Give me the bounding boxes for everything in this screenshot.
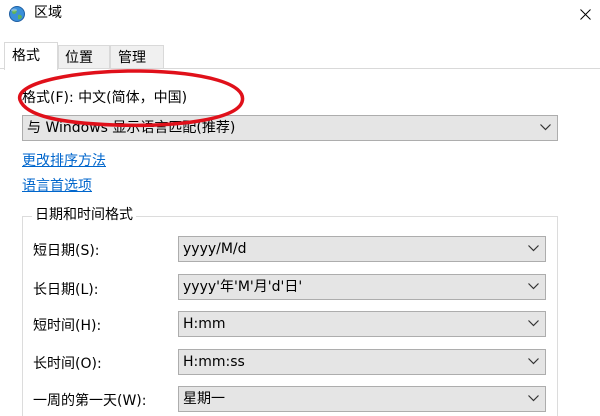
close-button[interactable] xyxy=(570,0,600,30)
short-time-select[interactable]: H:mm xyxy=(178,311,546,337)
short-time-label: 短时间(H): xyxy=(33,318,102,334)
short-date-value: yyyy/M/d xyxy=(183,241,247,257)
chevron-down-icon xyxy=(540,124,551,131)
chevron-down-icon xyxy=(528,395,539,402)
tab-strip: 格式 位置 管理 xyxy=(0,42,600,70)
change-sort-link[interactable]: 更改排序方法 xyxy=(22,152,106,170)
short-date-select[interactable]: yyyy/M/d xyxy=(178,236,546,262)
chevron-down-icon xyxy=(528,283,539,290)
language-prefs-link[interactable]: 语言首选项 xyxy=(22,177,92,195)
format-select[interactable]: 与 Windows 显示语言匹配(推荐) xyxy=(22,115,558,141)
format-select-value: 与 Windows 显示语言匹配(推荐) xyxy=(27,120,236,136)
first-day-label: 一周的第一天(W): xyxy=(33,393,147,409)
format-label: 格式(F): 中文(简体，中国) xyxy=(22,90,188,106)
first-day-select[interactable]: 星期一 xyxy=(178,386,546,412)
short-date-label: 短日期(S): xyxy=(33,243,100,259)
long-date-value: yyyy'年'M'月'd'日' xyxy=(183,279,303,295)
first-day-value: 星期一 xyxy=(183,391,225,407)
chevron-down-icon xyxy=(528,358,539,365)
globe-icon xyxy=(9,6,25,22)
tab-format[interactable]: 格式 xyxy=(4,42,58,70)
long-time-value: H:mm:ss xyxy=(183,354,245,370)
datetime-group-title: 日期和时间格式 xyxy=(32,206,136,224)
title-bar: 区域 xyxy=(0,0,600,30)
close-icon xyxy=(580,9,591,20)
tab-location[interactable]: 位置 xyxy=(58,45,110,69)
long-time-select[interactable]: H:mm:ss xyxy=(178,349,546,375)
short-time-value: H:mm xyxy=(183,316,226,332)
window-title: 区域 xyxy=(34,5,62,21)
chevron-down-icon xyxy=(528,320,539,327)
chevron-down-icon xyxy=(528,245,539,252)
long-date-label: 长日期(L): xyxy=(33,282,99,298)
tab-divider xyxy=(0,68,600,69)
long-time-label: 长时间(O): xyxy=(33,356,102,372)
tab-admin[interactable]: 管理 xyxy=(110,45,164,69)
long-date-select[interactable]: yyyy'年'M'月'd'日' xyxy=(178,274,546,300)
